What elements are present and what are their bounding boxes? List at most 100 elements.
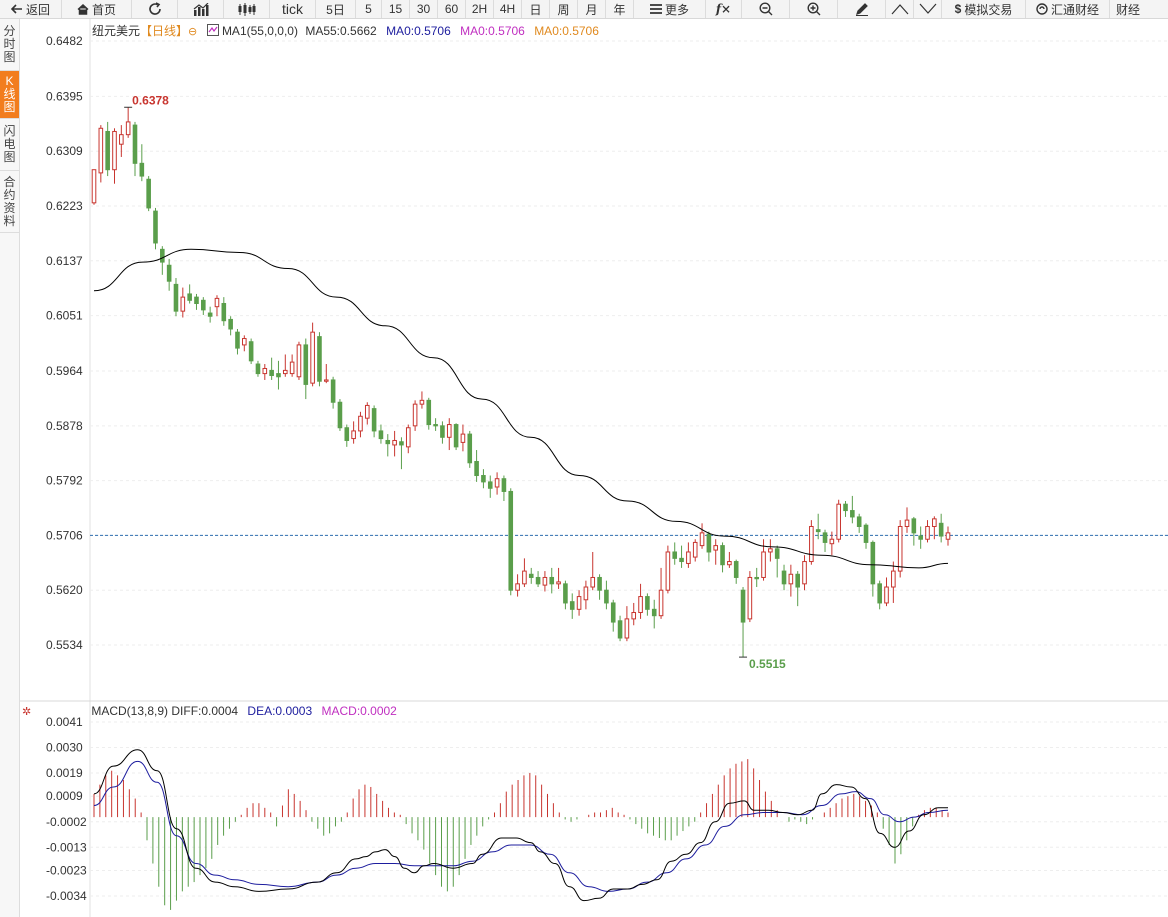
period-month[interactable]: 月 (578, 0, 606, 18)
period-tick[interactable]: tick (270, 0, 316, 18)
macd-tick-label: 0.0019 (46, 766, 83, 780)
candlestick-button[interactable] (224, 0, 270, 18)
candle-body-down (911, 518, 917, 534)
chart-type-button[interactable] (178, 0, 224, 18)
candle-body-up (494, 478, 500, 488)
candle-body-down (569, 601, 575, 610)
candle-body-down (173, 283, 179, 312)
candle-body-up (692, 541, 698, 558)
candle-body-up (747, 576, 753, 620)
price-tick-label: 0.5964 (46, 364, 83, 378)
candle-body-up (242, 338, 247, 346)
candle-body-down (563, 583, 568, 604)
candle-body-up (699, 532, 705, 547)
price-tick-label: 0.6395 (46, 89, 83, 103)
zoom-in-icon (806, 2, 821, 16)
candle-body-up (638, 596, 643, 614)
side-tabs: 分时图 K线图 闪电图 合约资料 (0, 19, 20, 917)
candle-body-up (829, 538, 835, 545)
period-week[interactable]: 周 (550, 0, 578, 18)
price-tick-label: 0.5620 (46, 583, 83, 597)
candle-body-up (119, 134, 124, 145)
candle-body-down (610, 602, 616, 623)
candle-body-down (276, 373, 281, 378)
zoom-out-button[interactable] (742, 0, 790, 18)
candle-body-down (344, 427, 350, 441)
back-button[interactable]: 返回 (0, 0, 62, 18)
candle-body-down (146, 178, 151, 209)
candle-body-down (672, 551, 678, 559)
candle-body-down (754, 576, 760, 580)
candle-body-down (194, 296, 199, 304)
candle-body-down (235, 331, 240, 349)
period-5min[interactable]: 5 (356, 0, 382, 18)
refresh-button[interactable] (132, 0, 178, 18)
candle-body-down (528, 573, 534, 578)
formula-button[interactable]: f× (706, 0, 742, 18)
triangle-up-button[interactable] (886, 0, 914, 18)
period-5day[interactable]: 5日 (316, 0, 356, 18)
period-60min[interactable]: 60 (438, 0, 466, 18)
candle-body-down (426, 399, 432, 426)
candle-body-up (296, 344, 302, 378)
candle-body-down (433, 424, 438, 427)
period-30min[interactable]: 30 (410, 0, 438, 18)
candle-body-up (515, 583, 520, 591)
tab-kline[interactable]: K线图 (0, 71, 19, 119)
home-button[interactable]: 首页 (62, 0, 132, 18)
tab-lightning[interactable]: 闪电图 (0, 119, 19, 171)
refresh-icon (148, 2, 162, 16)
candle-body-up (91, 169, 97, 204)
period-15min[interactable]: 15 (382, 0, 410, 18)
diff-line (93, 749, 948, 902)
high-price-label: 0.6378 (132, 93, 169, 107)
huitong-button[interactable]: 汇通财经 (1026, 0, 1110, 18)
candle-body-up (405, 427, 411, 448)
tab-time-share[interactable]: 分时图 (0, 19, 19, 71)
candle-body-up (583, 586, 589, 601)
candle-body-down (795, 573, 800, 588)
candle-body-up (323, 379, 329, 382)
candle-body-down (474, 461, 479, 477)
candle-body-down (501, 478, 507, 492)
draw-tool-button[interactable] (838, 0, 886, 18)
period-4h[interactable]: 4H (494, 0, 522, 18)
tab-contract-info[interactable]: 合约资料 (0, 171, 19, 233)
candle-body-up (932, 518, 937, 527)
period-day[interactable]: 日 (522, 0, 550, 18)
candle-body-up (658, 589, 664, 617)
candle-body-up (214, 297, 220, 308)
candle-body-up (590, 576, 596, 588)
period-year[interactable]: 年 (606, 0, 634, 18)
price-tick-label: 0.6223 (46, 199, 83, 213)
period-2h[interactable]: 2H (466, 0, 494, 18)
sim-trade-label: 模拟交易 (964, 2, 1013, 17)
caijing-button[interactable]: 财经 (1110, 0, 1150, 18)
chart-area[interactable]: 0.6482 0.6395 0.6309 0.6223 0.6137 0.6051 0.59… (20, 19, 1168, 917)
candle-body-up (727, 561, 732, 566)
ma55-line (93, 248, 949, 569)
zoom-out-icon (758, 2, 773, 16)
candles (91, 107, 951, 658)
back-label: 返回 (25, 2, 50, 17)
triangle-up-icon (891, 3, 909, 15)
dea-line (93, 760, 949, 892)
function-icon: f× (715, 2, 732, 16)
toolbar: 返回 首页 tick 5日 5 15 30 60 2H 4H 日 周 月 年 更… (0, 0, 1168, 19)
candle-body-down (228, 318, 233, 330)
candle-body-up (576, 596, 582, 610)
candle-body-down (255, 363, 261, 375)
tab-lightning-label: 闪电图 (3, 124, 16, 164)
candle-body-up (788, 573, 794, 585)
candle-body-down (132, 124, 138, 164)
triangle-down-button[interactable] (914, 0, 942, 18)
candle-body-down (153, 210, 158, 244)
candle-body-up (884, 586, 889, 604)
more-button[interactable]: 更多 (634, 0, 706, 18)
home-icon (77, 3, 89, 15)
zoom-in-button[interactable] (790, 0, 838, 18)
candle-body-down (651, 608, 657, 617)
candle-body-up (460, 433, 466, 443)
sim-trade-button[interactable]: $ 模拟交易 (942, 0, 1026, 18)
candle-body-down (166, 264, 172, 282)
